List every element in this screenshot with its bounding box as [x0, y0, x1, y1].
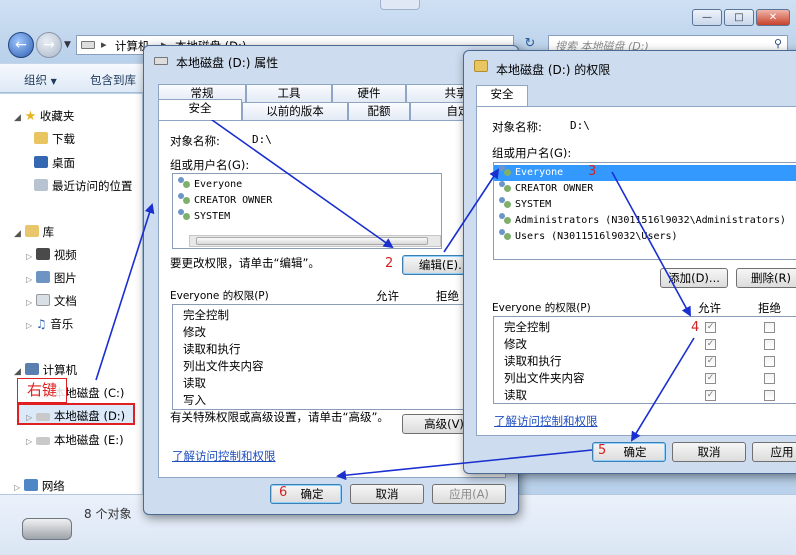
arrow-to-ok-button — [630, 337, 695, 442]
arrow-to-properties-ok — [336, 449, 593, 481]
tab-security[interactable]: 安全 — [476, 85, 528, 106]
annotation-arrows — [95, 114, 695, 481]
arrow-to-security-tab — [95, 203, 155, 381]
tab-security[interactable]: 安全 — [158, 99, 242, 120]
arrow-to-everyone — [443, 168, 500, 253]
arrow-to-allow-column — [611, 171, 691, 317]
arrow-to-edit-button — [204, 114, 394, 249]
